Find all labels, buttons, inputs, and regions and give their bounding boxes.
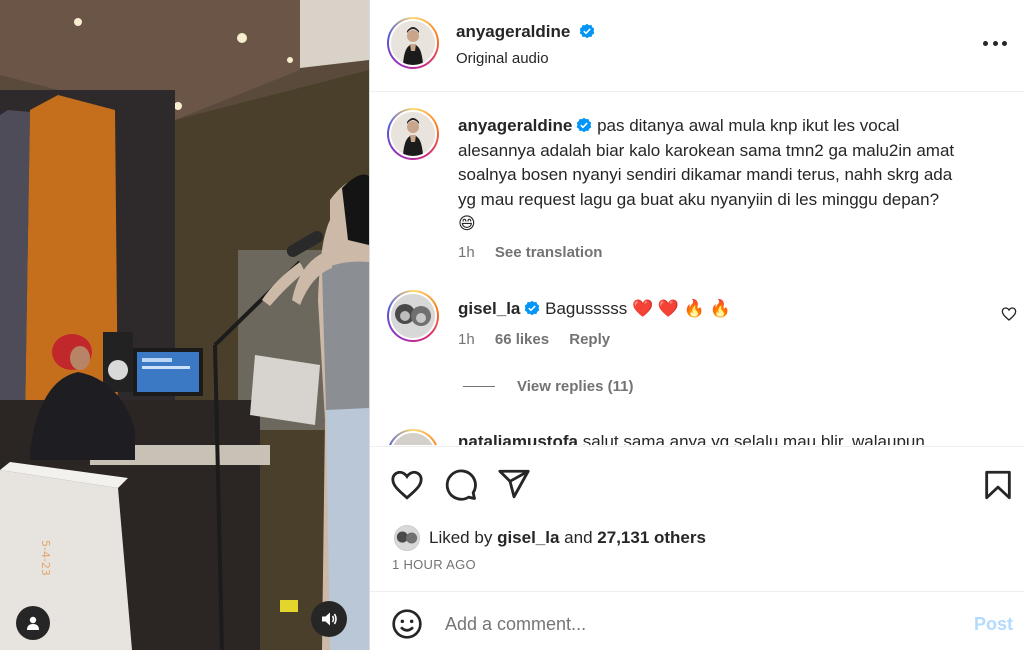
comment-emoji: ❤️ ❤️ 🔥 🔥 xyxy=(632,299,731,318)
comment-meta: 1h 66 likes Reply xyxy=(458,331,626,348)
more-options-button[interactable] xyxy=(983,38,1007,48)
author-avatar[interactable] xyxy=(387,17,439,69)
more-icon xyxy=(983,40,988,46)
comment-likes[interactable]: 66 likes xyxy=(495,331,549,348)
caption-line: pas ditanya awal mula knp ikut les vocal xyxy=(597,116,900,135)
liked-by-others[interactable]: 27,131 others xyxy=(597,528,706,548)
more-icon-dot xyxy=(1002,40,1007,46)
caption-meta: 1h See translation xyxy=(458,244,618,261)
liker-avatar[interactable] xyxy=(394,525,420,551)
caption-line: soalnya bosen nyanyi sendiri dikamar man… xyxy=(458,165,953,184)
view-replies-line xyxy=(463,386,495,387)
liked-by-prefix: Liked by xyxy=(429,528,493,547)
send-icon[interactable] xyxy=(497,467,531,501)
caption-line: alesannya adalah biar kalo karokean sama… xyxy=(458,140,955,160)
author-avatar-image xyxy=(391,21,435,65)
comment-text: nataliamustofa salut sama anya yg selalu… xyxy=(458,430,925,445)
liked-by-user[interactable]: gisel_la xyxy=(497,528,559,548)
comment-time[interactable]: 1h xyxy=(458,331,475,348)
volume-icon xyxy=(322,612,337,626)
commenter-avatar-image xyxy=(391,294,435,338)
commenter-username[interactable]: nataliamustofa xyxy=(458,432,578,445)
bookmark-icon[interactable] xyxy=(981,468,1015,502)
commenter-avatar[interactable] xyxy=(387,290,439,342)
see-translation-link[interactable]: See translation xyxy=(495,244,603,261)
commenter-avatar[interactable] xyxy=(387,429,439,445)
likes-summary: Liked by gisel_la and 27,131 others xyxy=(394,525,706,551)
caption-username[interactable]: anyageraldine xyxy=(458,116,572,135)
author-username-text[interactable]: anyageraldine xyxy=(456,22,570,41)
audio-label[interactable]: Original audio xyxy=(456,50,549,67)
post-actions: Liked by gisel_la and 27,131 others 1 HO… xyxy=(370,446,1024,591)
comment-icon[interactable] xyxy=(444,468,478,502)
comment-text: gisel_la Bagusssss ❤️ ❤️ 🔥 🔥 xyxy=(458,297,731,322)
svg-text:5-4-23: 5-4-23 xyxy=(39,540,52,576)
commenter-username[interactable]: gisel_la xyxy=(458,299,520,318)
comments-list[interactable]: anyageraldine pas ditanya awal mula knp … xyxy=(370,92,1024,445)
post-comment-button[interactable]: Post xyxy=(974,614,1013,635)
emoji-icon[interactable] xyxy=(391,608,423,640)
more-icon-dot xyxy=(992,40,998,46)
reply-button[interactable]: Reply xyxy=(569,331,610,348)
caption-text: anyageraldine pas ditanya awal mula knp … xyxy=(458,114,1018,237)
post-header: anyageraldine Original audio xyxy=(370,0,1024,92)
author-username[interactable]: anyageraldine xyxy=(456,22,595,42)
tagged-users-button[interactable] xyxy=(16,606,50,640)
post-panel: anyageraldine Original audio anyageraldi… xyxy=(369,0,1024,650)
caption-line: yg mau request lagu ga buat aku nyanyiin… xyxy=(458,189,940,209)
caption-avatar-image xyxy=(391,112,435,156)
add-comment-bar: Post xyxy=(370,591,1024,650)
view-replies-button[interactable]: View replies (11) xyxy=(463,378,633,395)
verified-badge-icon xyxy=(525,300,540,316)
liked-by-and: and xyxy=(564,528,593,547)
verified-badge-icon xyxy=(579,23,595,39)
comment-body: Bagusssss xyxy=(545,299,628,318)
comment-input[interactable] xyxy=(445,614,895,635)
caption-avatar[interactable] xyxy=(387,108,439,160)
heart-icon[interactable] xyxy=(390,468,424,502)
post-video-frame: 5-4-23 xyxy=(0,0,369,650)
post-time[interactable]: 1 HOUR AGO xyxy=(392,557,476,572)
caption-time[interactable]: 1h xyxy=(458,244,475,261)
post-media[interactable]: 5-4-23 xyxy=(0,0,369,650)
verified-badge-icon xyxy=(577,117,592,133)
caption-emoji: 😄 xyxy=(458,214,476,233)
user-tag-icon xyxy=(27,616,39,630)
like-comment-heart-icon[interactable] xyxy=(1001,306,1017,322)
comment-body: salut sama anya yg selalu mau blir, wala… xyxy=(582,432,925,445)
volume-button[interactable] xyxy=(311,601,347,637)
view-replies-label[interactable]: View replies (11) xyxy=(517,378,633,395)
